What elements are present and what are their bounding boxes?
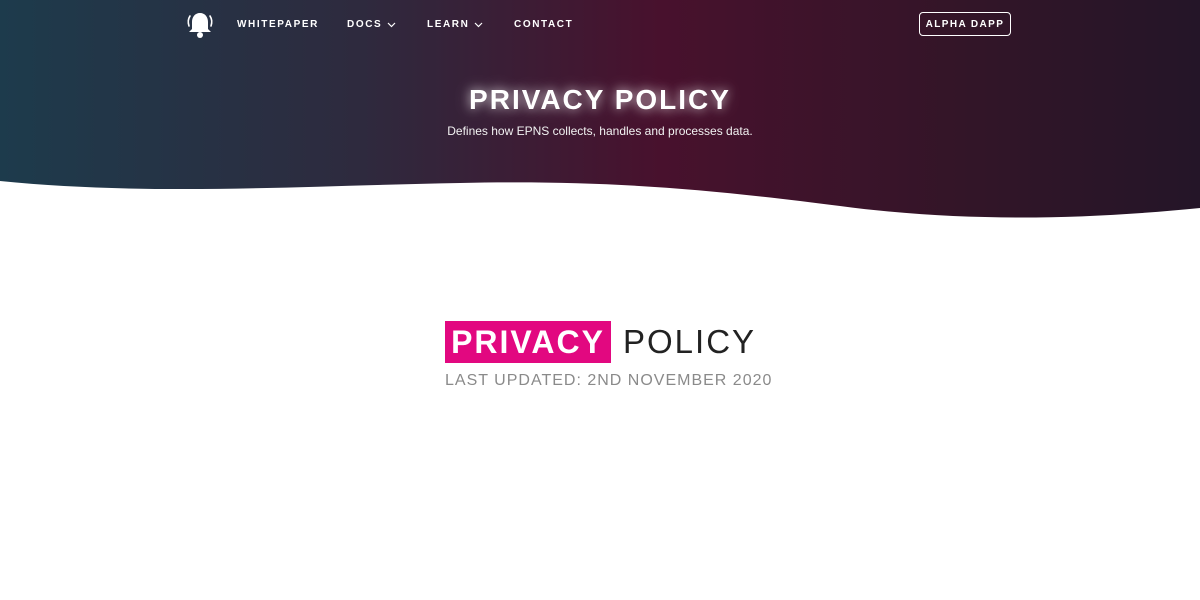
nav-link-label: LEARN [427,19,470,30]
alpha-dapp-label: ALPHA DAPP [925,18,1005,30]
alpha-dapp-button[interactable]: ALPHA DAPP [919,12,1011,36]
privacy-highlight-badge: PRIVACY [445,321,611,363]
nav-link-whitepaper[interactable]: WHITEPAPER [237,19,319,30]
nav-link-label: DOCS [347,19,383,30]
nav-link-docs[interactable]: DOCS [347,19,396,30]
nav-link-label: WHITEPAPER [237,19,319,30]
chevron-down-icon [387,22,396,27]
nav-link-contact[interactable]: CONTACT [514,19,573,30]
bell-icon[interactable] [186,10,214,40]
hero-section: WHITEPAPER DOCS LEARN CONTACT ALPHA DAPP [0,0,1200,240]
document-header: PRIVACY POLICY LAST UPDATED: 2ND NOVEMBE… [445,321,775,401]
hero-subtitle: Defines how EPNS collects, handles and p… [447,124,753,138]
top-navigation: WHITEPAPER DOCS LEARN CONTACT ALPHA DAPP [0,0,1200,50]
nav-link-label: CONTACT [514,19,574,30]
page: WHITEPAPER DOCS LEARN CONTACT ALPHA DAPP [0,0,1200,600]
last-updated-text: LAST UPDATED: 2ND NOVEMBER 2020 [445,372,773,389]
nav-link-learn[interactable]: LEARN [427,19,483,30]
chevron-down-icon [475,22,483,27]
policy-title-word: POLICY [623,323,757,360]
hero-title: PRIVACY POLICY [469,84,731,115]
